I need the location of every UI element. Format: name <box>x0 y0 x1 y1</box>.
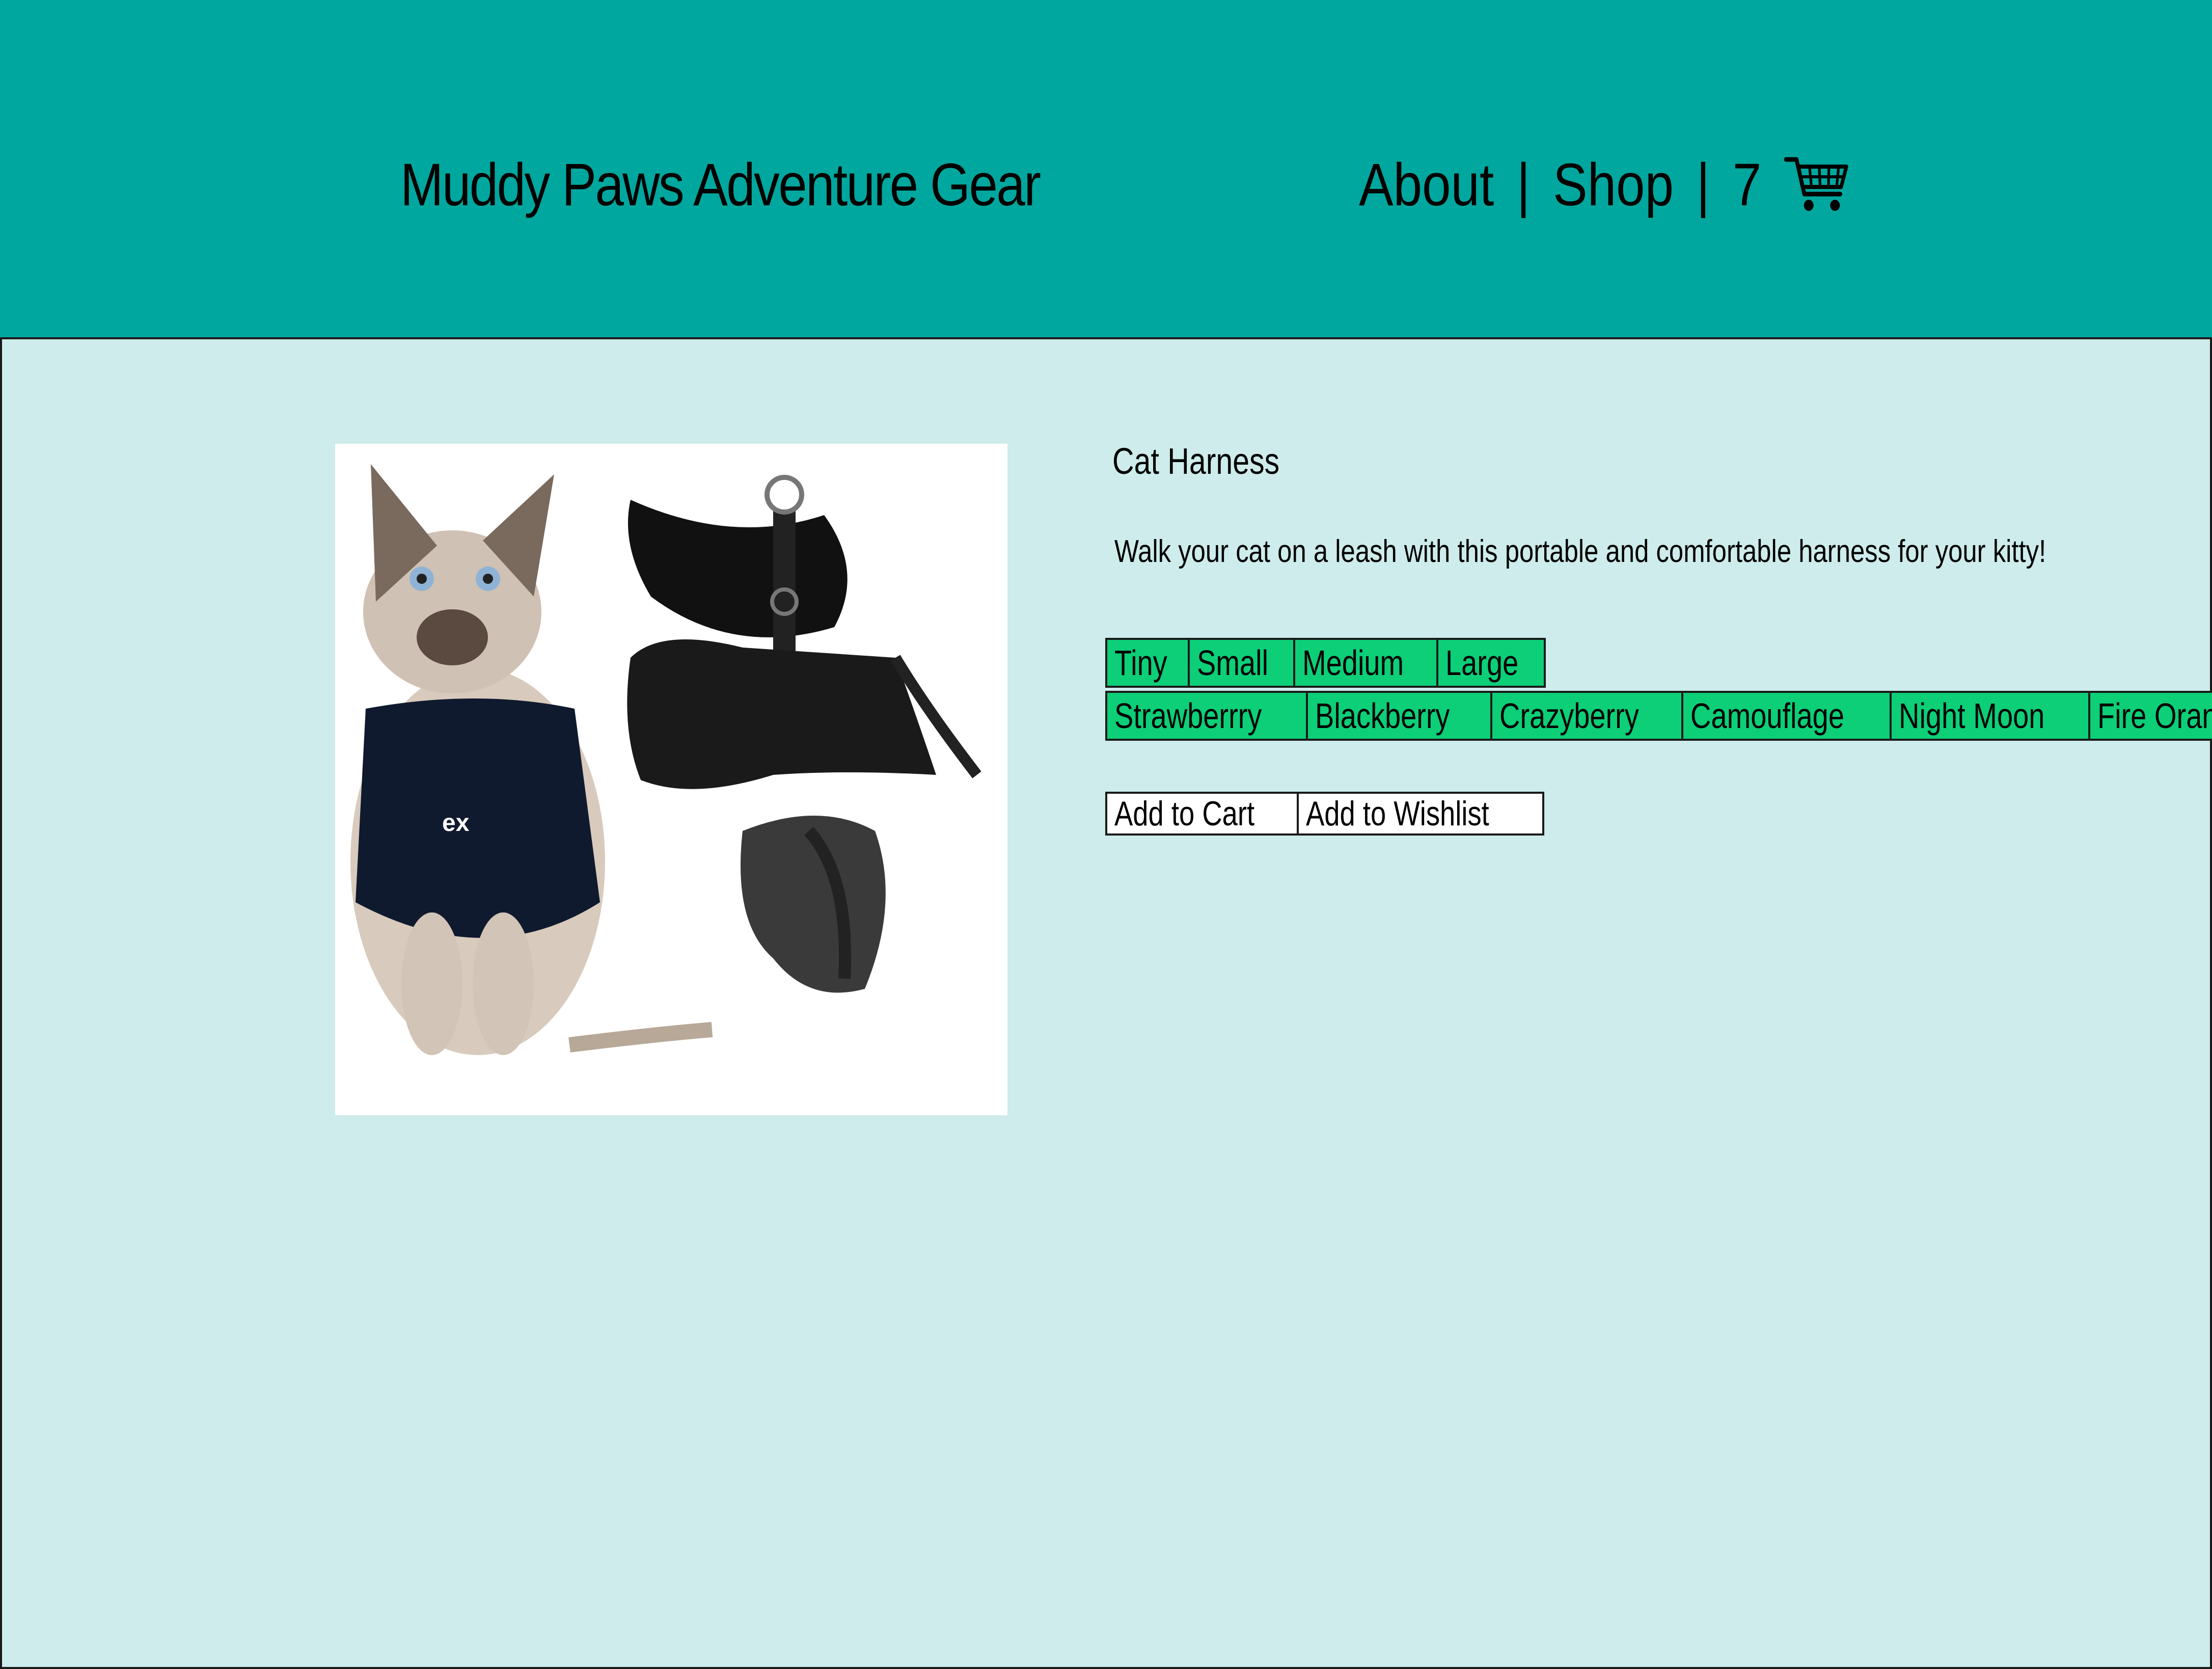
product-title: Cat Harness <box>1112 441 1280 482</box>
color-option-blackberry[interactable]: Blackberry <box>1305 693 1491 739</box>
color-option-camouflage[interactable]: Camouflage <box>1681 693 1890 739</box>
product-image: ex <box>335 444 1007 1115</box>
product-description: Walk your cat on a leash with this porta… <box>1114 534 2046 569</box>
nav-separator: | <box>1516 151 1531 219</box>
add-to-cart-button[interactable]: Add to Cart <box>1107 794 1297 833</box>
color-option-fire-orange[interactable]: Fire Orange <box>2088 693 2212 739</box>
color-option-strawberrry[interactable]: Strawberrry <box>1107 693 1306 739</box>
size-option-tiny[interactable]: Tiny <box>1107 640 1188 686</box>
svg-text:ex: ex <box>442 810 470 837</box>
color-option-night-moon[interactable]: Night Moon <box>1890 693 2088 739</box>
main-nav: About | Shop | 7 <box>1359 147 1850 223</box>
site-header: Muddy Paws Adventure Gear About | Shop |… <box>0 0 2212 339</box>
site-title[interactable]: Muddy Paws Adventure Gear <box>400 147 1041 223</box>
nav-shop-link[interactable]: Shop <box>1553 147 1674 223</box>
size-option-medium[interactable]: Medium <box>1293 640 1436 686</box>
color-options: Strawberrry Blackberry Crazyberry Camouf… <box>1105 691 2212 741</box>
size-option-small[interactable]: Small <box>1187 640 1293 686</box>
nav-about-link[interactable]: About <box>1359 147 1494 223</box>
product-actions: Add to Cart Add to Wishlist <box>1105 792 1544 836</box>
shopping-cart-icon[interactable] <box>1784 154 1850 216</box>
add-to-wishlist-button[interactable]: Add to Wishlist <box>1296 794 1542 833</box>
cat-harness-photo: ex <box>335 444 1007 1115</box>
size-options: Tiny Small Medium Large <box>1105 638 1546 688</box>
nav-separator: | <box>1696 151 1710 219</box>
size-option-large[interactable]: Large <box>1436 640 1544 686</box>
cart-count[interactable]: 7 <box>1733 147 1761 223</box>
color-option-crazyberry[interactable]: Crazyberry <box>1490 693 1681 739</box>
